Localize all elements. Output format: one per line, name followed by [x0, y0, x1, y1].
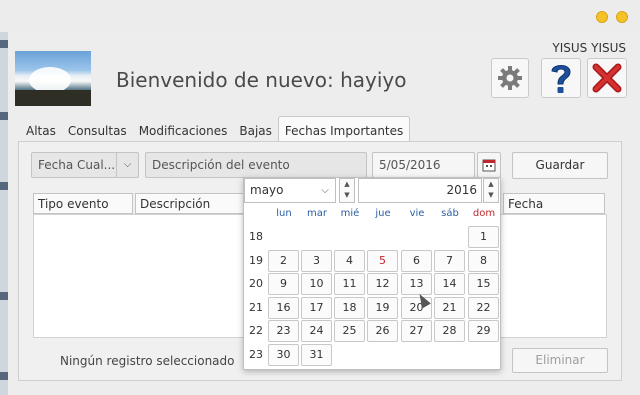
calendar-day-button[interactable]: 29 — [468, 320, 499, 342]
date-picker-popup: mayo ⌵ ▲ ▼ 2016 ▲ ▼ lun mar mié jue vie sáb dom 1… — [243, 177, 501, 370]
status-text: Ningún registro seleccionado — [60, 354, 235, 368]
settings-button[interactable] — [491, 58, 529, 98]
calendar-day-button[interactable]: 28 — [434, 320, 465, 342]
year-input[interactable]: 2016 — [358, 178, 482, 203]
gear-icon — [498, 66, 522, 90]
month-value: mayo — [250, 183, 284, 197]
username-label: YISUS YISUS — [552, 41, 626, 55]
chevron-down-icon: ⌵ — [116, 153, 138, 177]
tab-altas[interactable]: Altas — [20, 116, 62, 142]
column-header-fecha[interactable]: Fecha — [503, 193, 605, 214]
question-icon — [551, 65, 571, 93]
weekday-label: lun — [276, 208, 292, 219]
calendar-day-button[interactable]: 7 — [434, 249, 465, 272]
calendar-day-button[interactable]: 31 — [301, 343, 332, 366]
maximize-button[interactable] — [616, 11, 628, 23]
calendar-day-button[interactable]: 15 — [468, 273, 499, 295]
month-select[interactable]: mayo ⌵ — [244, 178, 336, 203]
calendar-day-button[interactable]: 13 — [401, 273, 432, 295]
app-window: Bienvenido de nuevo: hayiyo YISUS YISUS — [0, 0, 640, 395]
date-input[interactable]: 5/05/2016 — [372, 152, 475, 178]
delete-button[interactable]: Eliminar — [512, 348, 608, 373]
calendar-day-button[interactable]: 12 — [367, 273, 398, 295]
calendar-day-button[interactable]: 3 — [301, 249, 332, 272]
year-spinner[interactable]: ▲ ▼ — [483, 178, 499, 203]
chevron-down-icon: ⌵ — [321, 185, 329, 196]
calendar-day-button[interactable]: 8 — [468, 249, 499, 272]
calendar-day-button[interactable]: 11 — [334, 273, 365, 295]
exit-button[interactable] — [587, 58, 627, 98]
title-bar — [0, 0, 640, 32]
calendar-day-button[interactable]: 14 — [434, 273, 465, 295]
calendar-day-button[interactable]: 18 — [334, 296, 365, 319]
calendar-day-button[interactable]: 6 — [401, 249, 432, 272]
tab-consultas[interactable]: Consultas — [62, 116, 133, 142]
calendar-day-button[interactable]: 10 — [301, 273, 332, 295]
weekday-label: vie — [409, 208, 425, 219]
week-number: 21 — [249, 300, 263, 314]
calendar-day-button[interactable]: 24 — [301, 320, 332, 342]
weekday-label: mié — [340, 208, 360, 219]
calendar-day-button[interactable]: 17 — [301, 296, 332, 319]
calendar-day-button[interactable]: 9 — [268, 273, 299, 295]
calendar-day-button[interactable]: 30 — [268, 343, 299, 366]
calendar-day-button[interactable]: 16 — [268, 296, 299, 319]
week-number: 18 — [249, 230, 263, 243]
calendar-icon — [482, 159, 496, 172]
header-image — [15, 51, 91, 106]
tab-bajas[interactable]: Bajas — [233, 116, 278, 142]
weekday-label: dom — [472, 208, 496, 219]
column-header-tipo[interactable]: Tipo evento — [33, 193, 133, 214]
weekday-label: sáb — [441, 208, 459, 219]
event-type-select[interactable]: Fecha Cual... ⌵ — [31, 152, 139, 178]
calendar-toggle-button[interactable] — [477, 152, 501, 178]
calendar-day-button[interactable]: 22 — [468, 296, 499, 319]
minimize-button[interactable] — [596, 11, 608, 23]
month-spinner[interactable]: ▲ ▼ — [339, 178, 355, 203]
help-button[interactable] — [541, 58, 581, 98]
tab-bar: Altas Consultas Modificaciones Bajas Fec… — [20, 116, 411, 142]
calendar-day-button[interactable]: 19 — [367, 296, 398, 319]
event-type-value: Fecha Cual... — [38, 158, 116, 172]
week-number: 19 — [249, 253, 263, 267]
calendar-day-button[interactable]: 23 — [268, 320, 299, 342]
column-header-descripcion[interactable]: Descripción — [135, 193, 245, 214]
calendar-day-button[interactable]: 2 — [268, 249, 299, 272]
week-number: 23 — [249, 347, 263, 361]
calendar-day-button[interactable]: 25 — [334, 320, 365, 342]
weekday-label: jue — [375, 208, 391, 219]
welcome-text: Bienvenido de nuevo: hayiyo — [116, 68, 407, 92]
tab-modificaciones[interactable]: Modificaciones — [133, 116, 234, 142]
calendar-day-button[interactable]: 27 — [401, 320, 432, 342]
calendar-day-button[interactable]: 4 — [334, 249, 365, 272]
calendar-day-button[interactable]: 5 — [367, 249, 398, 272]
tab-fechas-importantes[interactable]: Fechas Importantes — [277, 116, 411, 142]
calendar-day-button[interactable]: 1 — [468, 226, 499, 248]
calendar-day-button[interactable]: 26 — [367, 320, 398, 342]
week-number: 22 — [249, 324, 263, 337]
weekday-label: mar — [307, 208, 327, 219]
save-button[interactable]: Guardar — [512, 152, 608, 179]
calendar-day-button[interactable]: 21 — [434, 296, 465, 319]
red-x-icon — [592, 63, 622, 93]
background-window-strip — [0, 32, 8, 395]
event-description-input[interactable]: Descripción del evento — [145, 152, 367, 178]
week-number: 20 — [249, 277, 263, 290]
